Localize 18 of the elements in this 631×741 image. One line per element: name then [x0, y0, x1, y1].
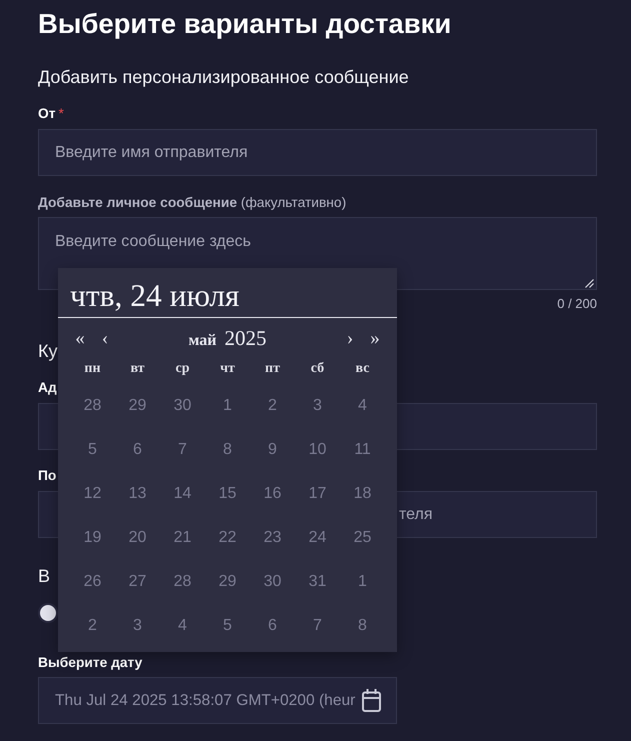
field-label: По	[38, 468, 56, 484]
weekday-label: вс	[356, 360, 370, 378]
field-label: Добавьте личное сообщение (факультативно)	[38, 195, 346, 211]
section-heading: В	[38, 565, 50, 587]
weekday-label: чт	[220, 360, 235, 378]
weekday-label: пн	[84, 360, 101, 378]
required-mark: *	[58, 106, 64, 122]
weekday-label: ср	[176, 360, 190, 378]
character-counter: 0 / 200	[557, 296, 597, 312]
field-label: От	[38, 106, 56, 122]
field-label: Выберите дату	[38, 655, 142, 671]
page-title: Выберите варианты доставки	[38, 8, 452, 40]
section-heading: Ку	[38, 340, 58, 362]
section-heading: Добавить персонализированное сообщение	[38, 66, 409, 88]
field-label: Ад	[38, 380, 57, 396]
weekday-label: пт	[265, 360, 280, 378]
weekday-label: вт	[130, 360, 145, 378]
weekday-label: сб	[310, 360, 324, 378]
